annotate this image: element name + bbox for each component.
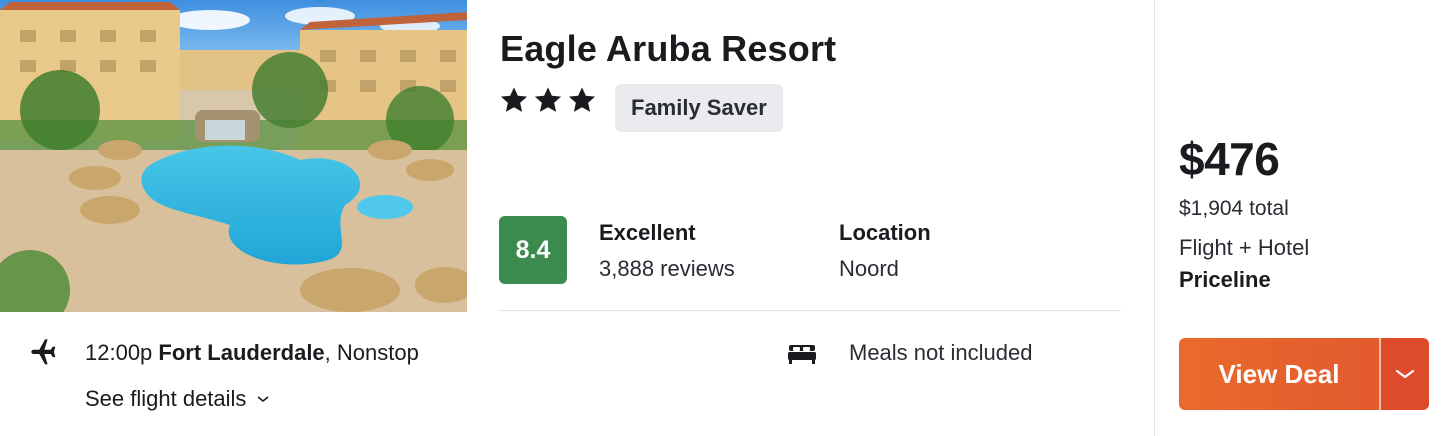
star-rating — [498, 84, 598, 116]
hotel-result-card: Eagle Aruba Resort Family Saver 8.4 Exce… — [0, 0, 1446, 436]
chevron-down-icon — [257, 396, 269, 403]
star-icon — [500, 87, 528, 112]
review-count[interactable]: 3,888 reviews — [599, 256, 735, 282]
bed-icon — [788, 345, 816, 364]
see-flight-details-link[interactable]: See flight details — [85, 386, 270, 412]
flight-stops: , Nonstop — [324, 340, 419, 365]
rating-label: Excellent — [599, 220, 696, 245]
chevron-down-icon — [1395, 369, 1415, 379]
flight-origin: Fort Lauderdale — [158, 340, 325, 365]
flight-summary: 12:00p Fort Lauderdale, Nonstop — [85, 340, 419, 366]
provider-name: Priceline — [1179, 267, 1271, 292]
view-deal-button[interactable]: View Deal — [1179, 338, 1379, 410]
location-value: Noord — [839, 256, 899, 281]
price-total: $1,904 total — [1179, 197, 1289, 220]
star-icon — [568, 87, 596, 112]
column-divider — [1154, 0, 1155, 436]
package-type: Flight + Hotel — [1179, 235, 1310, 260]
divider — [499, 310, 1121, 311]
hotel-photo[interactable] — [0, 0, 467, 312]
star-icon — [534, 87, 562, 112]
flight-time: 12:00p — [85, 340, 153, 365]
more-deals-button[interactable] — [1381, 338, 1429, 410]
airplane-icon — [31, 339, 56, 365]
location-label: Location — [839, 220, 931, 245]
price-per-person: $476 — [1179, 133, 1280, 185]
family-saver-badge: Family Saver — [615, 84, 783, 132]
view-deal-group: View Deal — [1179, 338, 1429, 410]
hotel-name[interactable]: Eagle Aruba Resort — [500, 28, 836, 70]
review-score-badge: 8.4 — [499, 216, 567, 284]
flight-details-label: See flight details — [85, 386, 247, 411]
meals-info: Meals not included — [849, 340, 1033, 365]
